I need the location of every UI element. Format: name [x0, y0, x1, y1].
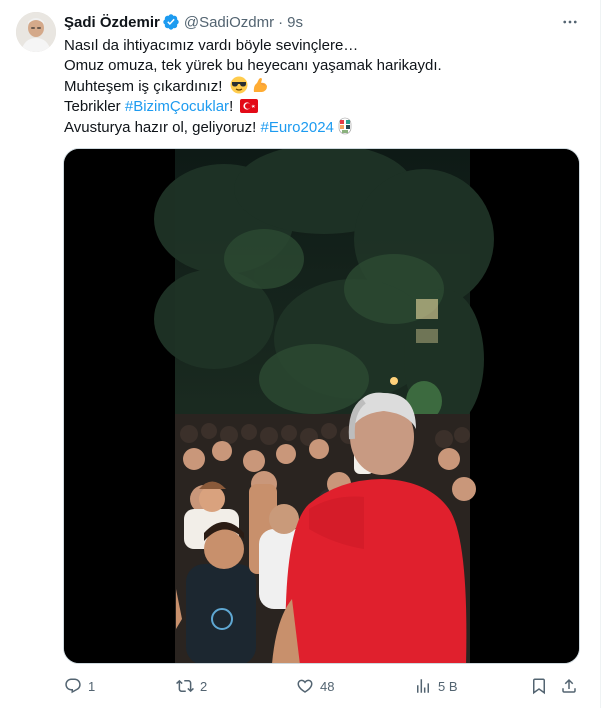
more-options-icon[interactable]: [558, 10, 582, 34]
tweet-header: Şadi Özdemir @SadiOzdmr · 9s: [64, 12, 303, 32]
tweet-line-3: Muhteşem iş çıkardınız!: [64, 76, 584, 97]
author-handle[interactable]: @SadiOzdmr: [184, 14, 274, 31]
video-frame: [64, 149, 579, 663]
action-bar: 1 2 48 5 B: [64, 676, 584, 696]
tweet-line-2: Omuz omuza, tek yürek bu heyecanı yaşama…: [64, 57, 442, 74]
euro2024-emoji: [338, 117, 352, 135]
retweet-icon: [176, 679, 194, 693]
hashtag-euro2024[interactable]: #Euro2024: [260, 119, 333, 136]
reply-count: 1: [88, 678, 96, 694]
heart-icon: [297, 679, 313, 693]
tweet-line-4: Tebrikler #BizimÇocuklar!: [64, 97, 584, 117]
share-icon: [562, 678, 576, 693]
reply-icon: [65, 678, 81, 694]
share-button[interactable]: [560, 676, 578, 696]
sunglasses-emoji: [230, 76, 248, 94]
flexed-biceps-emoji: [253, 78, 267, 92]
bookmark-icon: [533, 678, 545, 695]
reply-button[interactable]: 1: [64, 676, 95, 696]
retweet-count: 2: [200, 678, 208, 694]
video-media[interactable]: [63, 148, 580, 664]
tweet-line-5: Avusturya hazır ol, geliyoruz! #Euro2024: [64, 117, 584, 138]
tweet-line-4-prefix: Tebrikler: [64, 98, 125, 115]
hashtag-bizimcocuklar[interactable]: #BizimÇocuklar: [125, 98, 229, 115]
turkey-flag-emoji: [240, 99, 259, 113]
tweet-line-4-suffix: !: [229, 98, 238, 115]
author-name[interactable]: Şadi Özdemir: [64, 14, 160, 31]
views-count: 5 B: [438, 678, 458, 694]
tweet-line-1: Nasıl da ihtiyacımız vardı böyle sevinçl…: [64, 37, 359, 54]
views-chart-icon: [417, 679, 429, 693]
tweet-text: Nasıl da ihtiyacımız vardı böyle sevinçl…: [64, 36, 584, 138]
like-button[interactable]: 48: [296, 676, 334, 696]
tweet-line-3-text: Muhteşem iş çıkardınız!: [64, 78, 227, 95]
like-count: 48: [320, 678, 335, 694]
views-button[interactable]: 5 B: [414, 676, 458, 696]
verified-badge-icon: [163, 14, 179, 30]
tweet-time[interactable]: 9s: [287, 14, 303, 31]
avatar[interactable]: [16, 12, 56, 52]
separator-dot: ·: [278, 13, 284, 31]
tweet-card[interactable]: Şadi Özdemir @SadiOzdmr · 9s Nasıl da ih…: [0, 0, 601, 708]
tweet-line-5-prefix: Avusturya hazır ol, geliyoruz!: [64, 119, 261, 136]
retweet-button[interactable]: 2: [176, 676, 207, 696]
bookmark-button[interactable]: [530, 676, 548, 696]
